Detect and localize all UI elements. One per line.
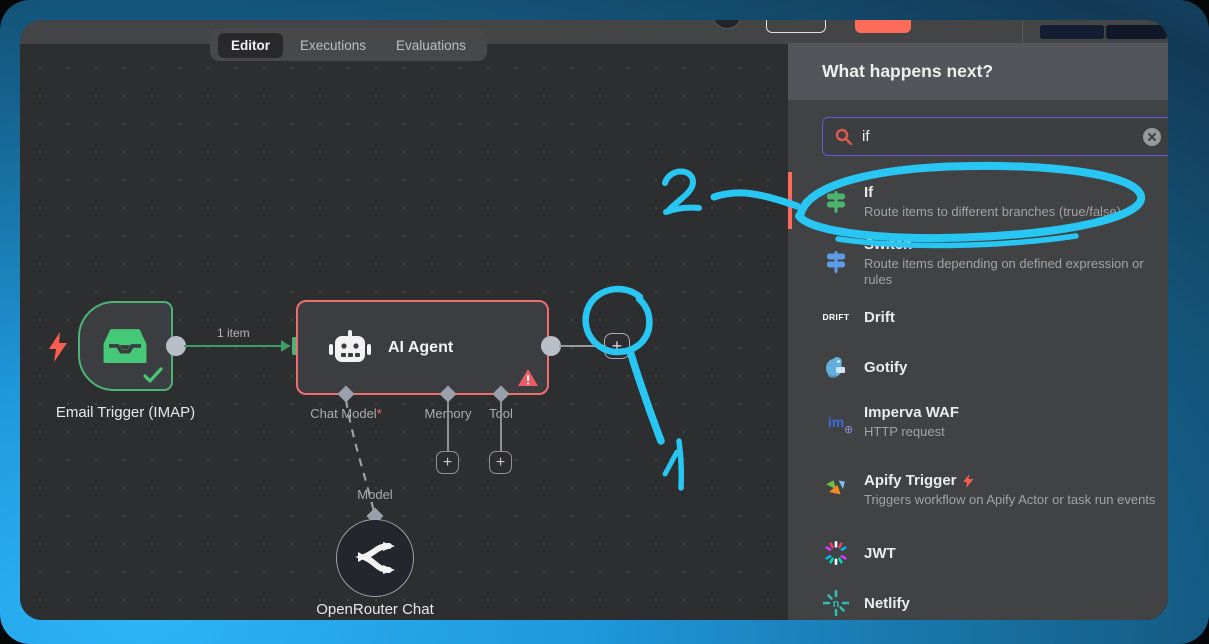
topbar-navy-button-1[interactable] [1040,25,1104,39]
memory-stub-line [447,400,449,452]
connection-item-count: 1 item [217,326,250,340]
node-option-apify-trigger[interactable]: Apify Trigger Triggers workflow on Apify… [788,452,1168,528]
item-name: Gotify [864,359,1166,376]
app-window: Editor Executions Evaluations Email T [20,20,1168,620]
item-desc: Route items depending on defined express… [864,256,1166,288]
tab-editor[interactable]: Editor [218,33,283,58]
add-memory-button[interactable]: + [436,451,459,474]
email-trigger-label: Email Trigger (IMAP) [38,404,213,421]
imperva-logo: im⊕ [822,407,850,437]
panel-header: What happens next? [788,43,1168,100]
save-button[interactable] [855,20,911,33]
node-option-switch[interactable]: Switch Route items depending on defined … [788,232,1168,292]
connection-line [184,345,290,347]
connection-arrowhead [281,340,290,352]
success-check-icon [143,367,163,383]
window-frame: Editor Executions Evaluations Email T [0,0,1209,644]
agent-output-handle[interactable] [541,336,561,356]
node-option-imperva-waf[interactable]: im⊕ Imperva WAF HTTP request [788,392,1168,452]
item-desc: Route items to different branches (true/… [864,204,1166,220]
add-next-node-button[interactable]: + [604,333,630,359]
node-option-netlify[interactable]: n Netlify [788,578,1168,620]
node-option-jwt[interactable]: JWT [788,528,1168,578]
workflow-canvas[interactable]: Email Trigger (IMAP) 1 item [20,44,808,620]
warning-icon [517,368,539,387]
tab-evaluations[interactable]: Evaluations [383,33,479,58]
add-tool-button[interactable]: + [489,451,512,474]
robot-icon [328,329,372,367]
search-input[interactable] [862,128,1143,145]
netlify-logo: n [822,588,850,618]
trigger-bolt-icon [46,331,70,363]
if-filter-icon [822,187,850,217]
item-name: Switch [864,236,1166,253]
svg-text:n: n [833,598,840,610]
item-name: Netlify [864,595,1166,612]
item-name: JWT [864,545,1166,562]
node-ai-agent[interactable]: AI Agent [296,300,549,395]
tab-executions[interactable]: Executions [287,33,379,58]
next-node-stub-line [559,345,606,347]
view-tabbar: Editor Executions Evaluations [210,29,487,61]
node-openrouter-chat-model[interactable] [336,519,414,597]
topbar-navy-button-2[interactable] [1106,25,1167,39]
openrouter-label: OpenRouter Chat Model [285,601,465,620]
item-desc: Triggers workflow on Apify Actor or task… [864,492,1164,508]
gotify-logo [822,352,850,382]
drift-logo: DRIFT [822,302,850,332]
switch-filter-icon [822,247,850,277]
item-name: Imperva WAF [864,404,1166,421]
search-icon [835,128,852,145]
tool-stub-line [500,400,502,452]
share-button[interactable] [766,20,826,33]
topbar-divider [1022,20,1023,44]
item-name: If [864,184,1166,201]
model-connector-label: Model [335,487,415,502]
apify-logo [822,475,850,505]
inbox-icon [102,327,148,367]
node-option-drift[interactable]: DRIFT Drift [788,292,1168,342]
top-bar [20,20,1168,44]
node-email-trigger[interactable] [78,301,173,391]
item-name: Drift [864,309,1166,326]
node-search-box[interactable] [822,117,1168,156]
node-option-if[interactable]: If Route items to different branches (tr… [788,172,1168,232]
clear-icon[interactable] [1143,128,1161,146]
trigger-bolt-icon [963,474,974,488]
openrouter-icon [355,541,395,575]
panel-title: What happens next? [822,61,993,82]
jwt-logo [822,538,850,568]
avatar[interactable] [712,20,742,29]
ai-agent-title: AI Agent [388,339,453,357]
item-desc: HTTP request [864,424,1166,440]
node-picker-panel: What happens next? [788,43,1168,620]
item-name: Apify Trigger [864,472,1166,489]
node-option-gotify[interactable]: Gotify [788,342,1168,392]
email-output-handle[interactable] [166,336,186,356]
